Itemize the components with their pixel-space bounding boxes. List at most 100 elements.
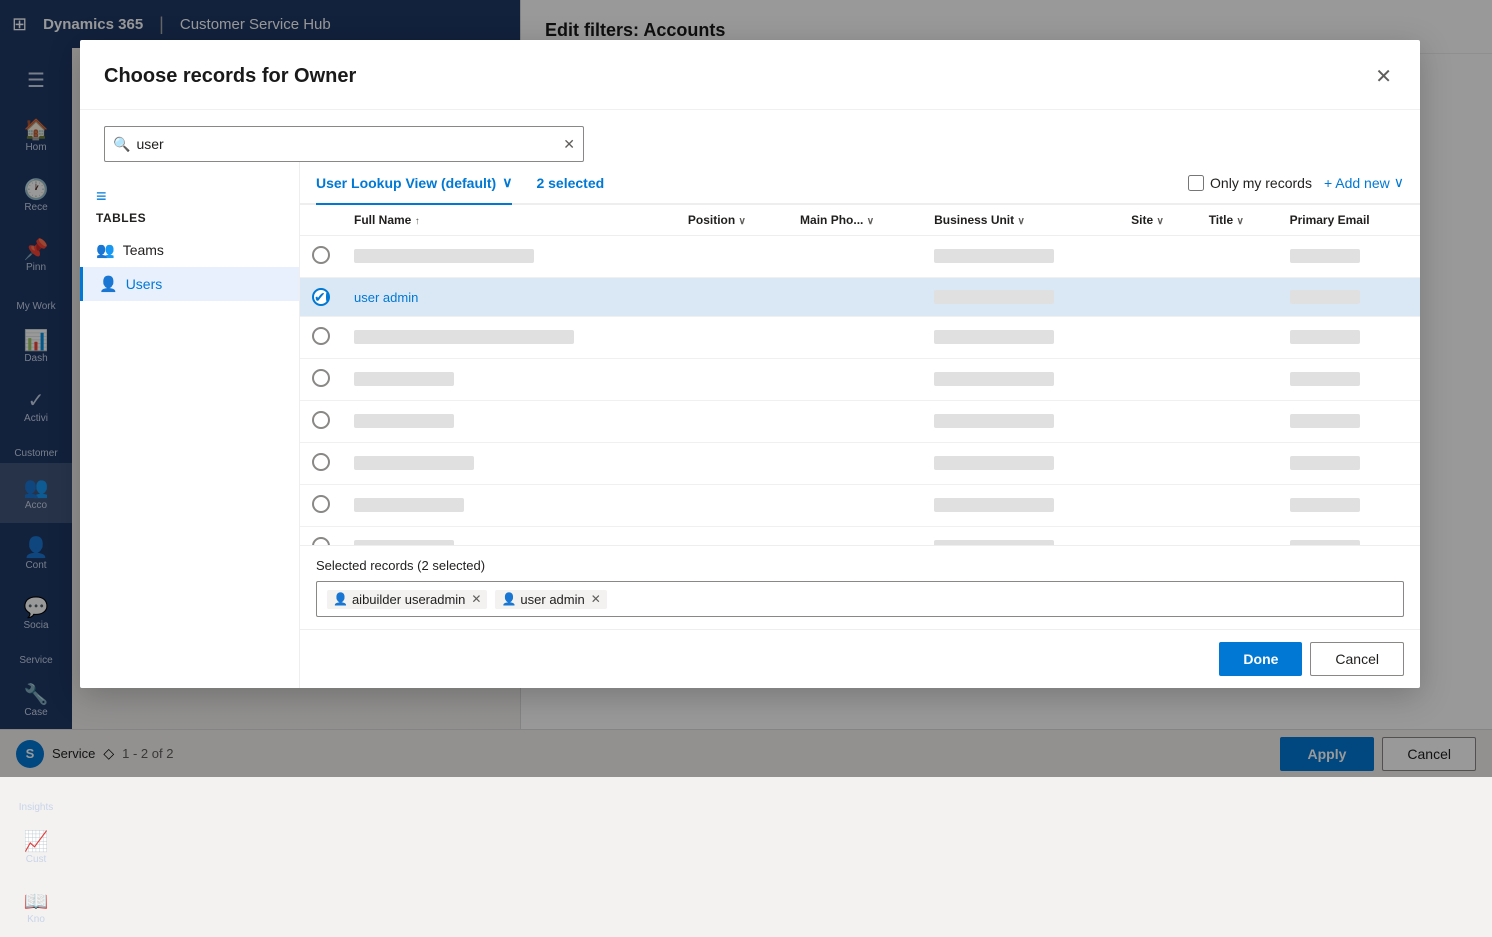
cell-email [1290,290,1360,304]
cell-email [1290,372,1360,386]
search-clear-icon[interactable]: ✕ [563,136,575,153]
left-panel: ≡ Tables 👥 Teams 👤 Users [80,162,300,688]
table-row[interactable] [300,236,1420,278]
teams-label: Teams [123,242,164,258]
cell-name [354,456,474,470]
cell-position [676,443,788,485]
cell-email [1290,456,1360,470]
table-row[interactable] [300,527,1420,546]
table-row[interactable] [300,443,1420,485]
view-tab-label: User Lookup View (default) [316,175,496,191]
search-input-wrapper[interactable]: 🔍 ✕ [104,126,584,162]
only-my-records-label[interactable]: Only my records [1188,175,1312,191]
add-new-chevron: ∨ [1394,174,1404,191]
table-row[interactable] [300,485,1420,527]
table-header-row: Full Name ↑ Position ∨ Main Pho... ∨ Bus… [300,205,1420,236]
col-position[interactable]: Position ∨ [676,205,788,236]
cell-position [676,527,788,546]
modal-close-button[interactable]: ✕ [1371,60,1396,93]
col-select [300,205,342,236]
only-my-records-checkbox[interactable] [1188,175,1204,191]
table-row[interactable] [300,317,1420,359]
sidebar-knowledge-icon[interactable]: 📖Kno [0,877,72,937]
row-radio[interactable] [312,327,330,345]
col-site[interactable]: Site ∨ [1119,205,1197,236]
cell-position [676,401,788,443]
cancel-button[interactable]: Cancel [1310,642,1404,676]
cell-position [676,359,788,401]
cell-bu [934,249,1054,263]
done-button[interactable]: Done [1219,642,1302,676]
cell-bu [934,330,1054,344]
cell-email [1290,498,1360,512]
cell-phone [788,278,922,317]
col-title[interactable]: Title ∨ [1197,205,1278,236]
cell-title [1197,485,1278,527]
cell-bu [934,414,1054,428]
view-tab-chevron: ∨ [502,174,512,191]
table-row[interactable] [300,401,1420,443]
cell-bu [934,498,1054,512]
cell-name [354,414,454,428]
cell-name-link[interactable]: user admin [354,290,418,305]
chip-label-0: aibuilder useradmin [352,592,465,607]
chip-close-0[interactable]: ✕ [471,592,481,606]
row-radio[interactable] [312,411,330,429]
col-email[interactable]: Primary Email [1278,205,1420,236]
cell-title [1197,236,1278,278]
cell-site [1119,401,1197,443]
row-radio[interactable] [312,495,330,513]
cell-position [676,236,788,278]
col-fullname[interactable]: Full Name ↑ [342,205,676,236]
table-row[interactable]: ✔ user admin [300,278,1420,317]
selected-records-section: Selected records (2 selected) 👤 aibuilde… [300,545,1420,629]
cell-site [1119,278,1197,317]
hamburger-icon: ≡ [96,186,107,207]
cell-phone [788,317,922,359]
col-business-unit[interactable]: Business Unit ∨ [922,205,1119,236]
chip-aibuilder: 👤 aibuilder useradmin ✕ [327,590,487,609]
row-radio[interactable] [312,453,330,471]
records-table-scroll[interactable]: Full Name ↑ Position ∨ Main Pho... ∨ Bus… [300,205,1420,545]
sidebar-custom-icon[interactable]: 📈Cust [0,817,72,877]
cell-phone [788,236,922,278]
chip-useradmin: 👤 user admin ✕ [495,590,606,609]
cell-title [1197,317,1278,359]
add-new-button[interactable]: + Add new ∨ [1324,174,1404,191]
col-phone[interactable]: Main Pho... ∨ [788,205,922,236]
selected-count-tab[interactable]: 2 selected [536,163,604,205]
cell-phone [788,401,922,443]
cell-email [1290,330,1360,344]
chip-close-1[interactable]: ✕ [591,592,601,606]
add-new-label: + Add new [1324,175,1390,191]
cell-bu [934,456,1054,470]
cell-name [354,372,454,386]
records-table: Full Name ↑ Position ∨ Main Pho... ∨ Bus… [300,205,1420,545]
cell-site [1119,359,1197,401]
cell-bu [934,290,1054,304]
users-label: Users [126,276,163,292]
chip-user-icon-1: 👤 [501,592,516,606]
row-radio[interactable] [312,369,330,387]
cell-email [1290,414,1360,428]
sidebar-item-users[interactable]: 👤 Users [80,267,299,301]
chip-user-icon-0: 👤 [333,592,348,606]
table-row[interactable] [300,359,1420,401]
row-radio[interactable] [312,537,330,545]
users-icon: 👤 [99,275,118,293]
sidebar-item-teams[interactable]: 👥 Teams [80,233,299,267]
row-radio[interactable] [312,246,330,264]
modal-body: ≡ Tables 👥 Teams 👤 Users User Lookup Vie… [80,162,1420,688]
view-tab[interactable]: User Lookup View (default) ∨ [316,162,512,205]
cell-phone [788,527,922,546]
cell-phone [788,443,922,485]
cell-title [1197,278,1278,317]
cell-site [1119,236,1197,278]
search-input[interactable] [136,136,563,152]
row-radio-checked[interactable]: ✔ [312,288,330,306]
cell-title [1197,359,1278,401]
cell-site [1119,443,1197,485]
selected-records-label: Selected records (2 selected) [316,558,1404,573]
selected-count: 2 selected [536,175,604,191]
cell-title [1197,527,1278,546]
